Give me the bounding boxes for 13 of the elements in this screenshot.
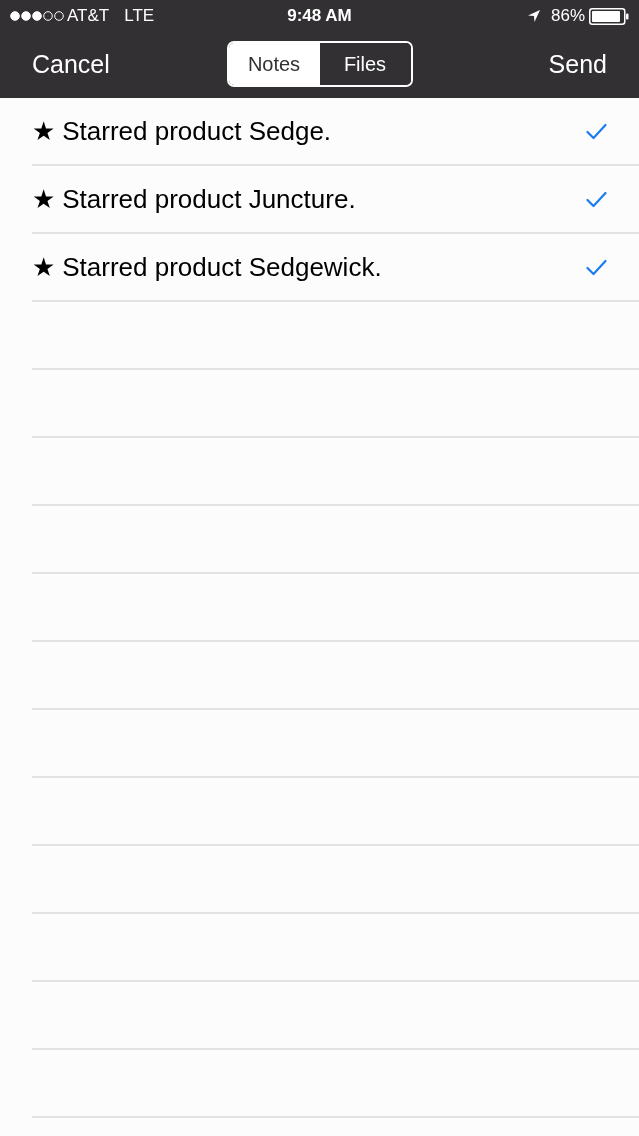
network-type: LTE bbox=[124, 5, 155, 28]
battery-percentage: 86% bbox=[550, 5, 585, 28]
cancel-button[interactable]: Cancel bbox=[32, 51, 110, 77]
segment-tab[interactable]: Notes bbox=[228, 43, 320, 85]
battery-icon bbox=[589, 7, 629, 25]
signal-strength-icon bbox=[10, 11, 64, 21]
send-button[interactable]: Send bbox=[548, 51, 607, 77]
location-arrow-icon bbox=[526, 9, 541, 23]
list-item-text[interactable]: ★ Starred product Sedge. bbox=[32, 111, 586, 151]
list-item-text[interactable]: ★ Starred product Juncture. bbox=[32, 179, 586, 219]
list-item-text[interactable]: ★ Starred product Sedgewick. bbox=[32, 247, 586, 287]
clock-time: 9:48 AM bbox=[287, 5, 352, 28]
carrier-name: AT&T bbox=[67, 5, 110, 28]
